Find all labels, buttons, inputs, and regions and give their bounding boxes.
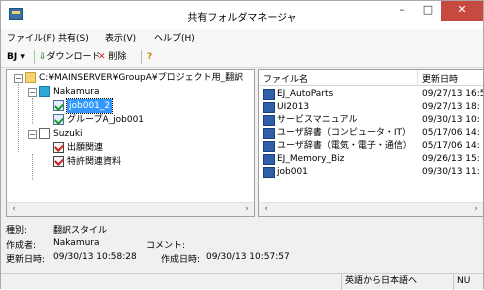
scroll-right-arrow-icon[interactable]: › <box>469 203 483 216</box>
file-icon <box>263 167 275 178</box>
checked-file-icon <box>53 114 64 125</box>
minimize-button[interactable]: – <box>389 1 415 21</box>
collapse-toggle[interactable]: − <box>28 88 37 97</box>
list-item[interactable]: サービスマニュアル 09/30/13 10: <box>259 114 483 127</box>
collapse-toggle[interactable]: − <box>28 130 37 139</box>
column-header-date[interactable]: 更新日時 <box>422 72 458 85</box>
list-horizontal-scrollbar[interactable]: ‹ › <box>259 202 483 216</box>
delete-button[interactable]: ✕ 削除 <box>98 49 126 65</box>
file-icon <box>263 89 275 100</box>
tree-node-application[interactable]: 出願関連 <box>53 141 103 155</box>
close-button[interactable]: ✕ <box>441 1 483 21</box>
scroll-left-arrow-icon[interactable]: ‹ <box>259 203 273 216</box>
file-icon <box>263 154 275 165</box>
tree-root[interactable]: C:¥MAINSERVER¥GroupA¥プロジェクト用_翻訳 <box>25 71 243 85</box>
comment-label: コメント: <box>146 241 186 251</box>
tree-line <box>18 84 19 152</box>
menu-share[interactable]: 共有(S) <box>58 31 89 44</box>
user-folder-icon <box>39 128 50 139</box>
title-bar: 共有フォルダマネージャ – □ ✕ <box>1 1 483 29</box>
status-direction: 英語から日本語へ <box>341 274 451 290</box>
list-item[interactable]: ユーザ辞書（コンピュータ・IT） 05/17/06 14: <box>259 127 483 140</box>
list-header: ファイル名 更新日時 <box>259 70 483 86</box>
toolbar-separator <box>141 50 142 64</box>
tree-node-job001-2[interactable]: job001_2 <box>53 98 114 114</box>
tree-line <box>32 154 33 180</box>
tree-node-suzuki[interactable]: Suzuki <box>39 127 83 141</box>
type-value: 翻訳スタイル <box>53 226 108 236</box>
column-header-name[interactable]: ファイル名 <box>263 72 308 85</box>
author-label: 作成者: <box>6 241 37 251</box>
maximize-button[interactable]: □ <box>415 1 441 21</box>
list-item[interactable]: job001 09/30/13 11: <box>259 166 483 179</box>
download-button[interactable]: ⇩ダウンロード <box>39 49 101 65</box>
tree-horizontal-scrollbar[interactable]: ‹ › <box>7 202 254 216</box>
file-icon <box>263 128 275 139</box>
toolbar: BJ ▾ ⇩ダウンロード ✕ 削除 ? <box>1 46 483 68</box>
tree-node-nakamura[interactable]: Nakamura <box>39 85 100 99</box>
user-folder-icon <box>39 86 50 97</box>
updated-value: 09/30/13 10:58:28 <box>53 252 137 262</box>
list-item[interactable]: EJ_Memory_Biz 09/26/13 15: <box>259 153 483 166</box>
menu-file[interactable]: ファイル(F) <box>7 31 55 44</box>
status-bar: 英語から日本語へ NU <box>1 273 483 290</box>
tree-line <box>32 98 33 124</box>
status-mode: NU <box>453 274 483 290</box>
list-item[interactable]: EJ_AutoParts 09/27/13 16:5 <box>259 88 483 101</box>
delete-icon: ✕ <box>98 52 106 62</box>
folder-tree[interactable]: − C:¥MAINSERVER¥GroupA¥プロジェクト用_翻訳 − Naka… <box>6 69 255 217</box>
created-label: 作成日時: <box>161 255 201 265</box>
collapse-toggle[interactable]: − <box>14 74 23 83</box>
scroll-left-arrow-icon[interactable]: ‹ <box>7 203 21 216</box>
file-icon <box>263 141 275 152</box>
created-value: 09/30/13 10:57:57 <box>206 252 290 262</box>
updated-label: 更新日時: <box>6 255 46 265</box>
file-icon <box>263 115 275 126</box>
menu-help[interactable]: ヘルプ(H) <box>154 31 195 44</box>
menu-bar: ファイル(F) 共有(S) 表示(V) ヘルプ(H) <box>1 29 483 46</box>
list-item[interactable]: ユーザ辞書（電気・電子・通信） 05/17/06 14: <box>259 140 483 153</box>
file-icon <box>263 102 275 113</box>
folder-icon <box>25 72 36 83</box>
author-value: Nakamura <box>53 238 100 248</box>
column-divider[interactable] <box>417 70 418 85</box>
download-icon: ⇩ <box>39 52 47 62</box>
menu-view[interactable]: 表示(V) <box>105 31 136 44</box>
scroll-right-arrow-icon[interactable]: › <box>240 203 254 216</box>
type-label: 種別: <box>6 226 28 236</box>
view-dropdown-button[interactable]: BJ ▾ <box>7 49 25 65</box>
app-window: 共有フォルダマネージャ – □ ✕ ファイル(F) 共有(S) 表示(V) ヘル… <box>0 0 484 290</box>
red-check-file-icon <box>53 142 64 153</box>
tree-node-patent[interactable]: 特許関連資料 <box>53 155 121 169</box>
help-icon[interactable]: ? <box>147 49 152 65</box>
tree-node-groupa-job001[interactable]: グループA_job001 <box>53 113 144 127</box>
details-panel: 種別: 翻訳スタイル 作成者: Nakamura コメント: 更新日時: 09/… <box>1 220 483 272</box>
toolbar-separator <box>34 50 35 64</box>
red-check-file-icon <box>53 156 64 167</box>
checked-file-icon <box>53 100 64 111</box>
list-item[interactable]: UI2013 09/27/13 18: <box>259 101 483 114</box>
file-list[interactable]: ファイル名 更新日時 EJ_AutoParts 09/27/13 16:5 UI… <box>258 69 484 217</box>
